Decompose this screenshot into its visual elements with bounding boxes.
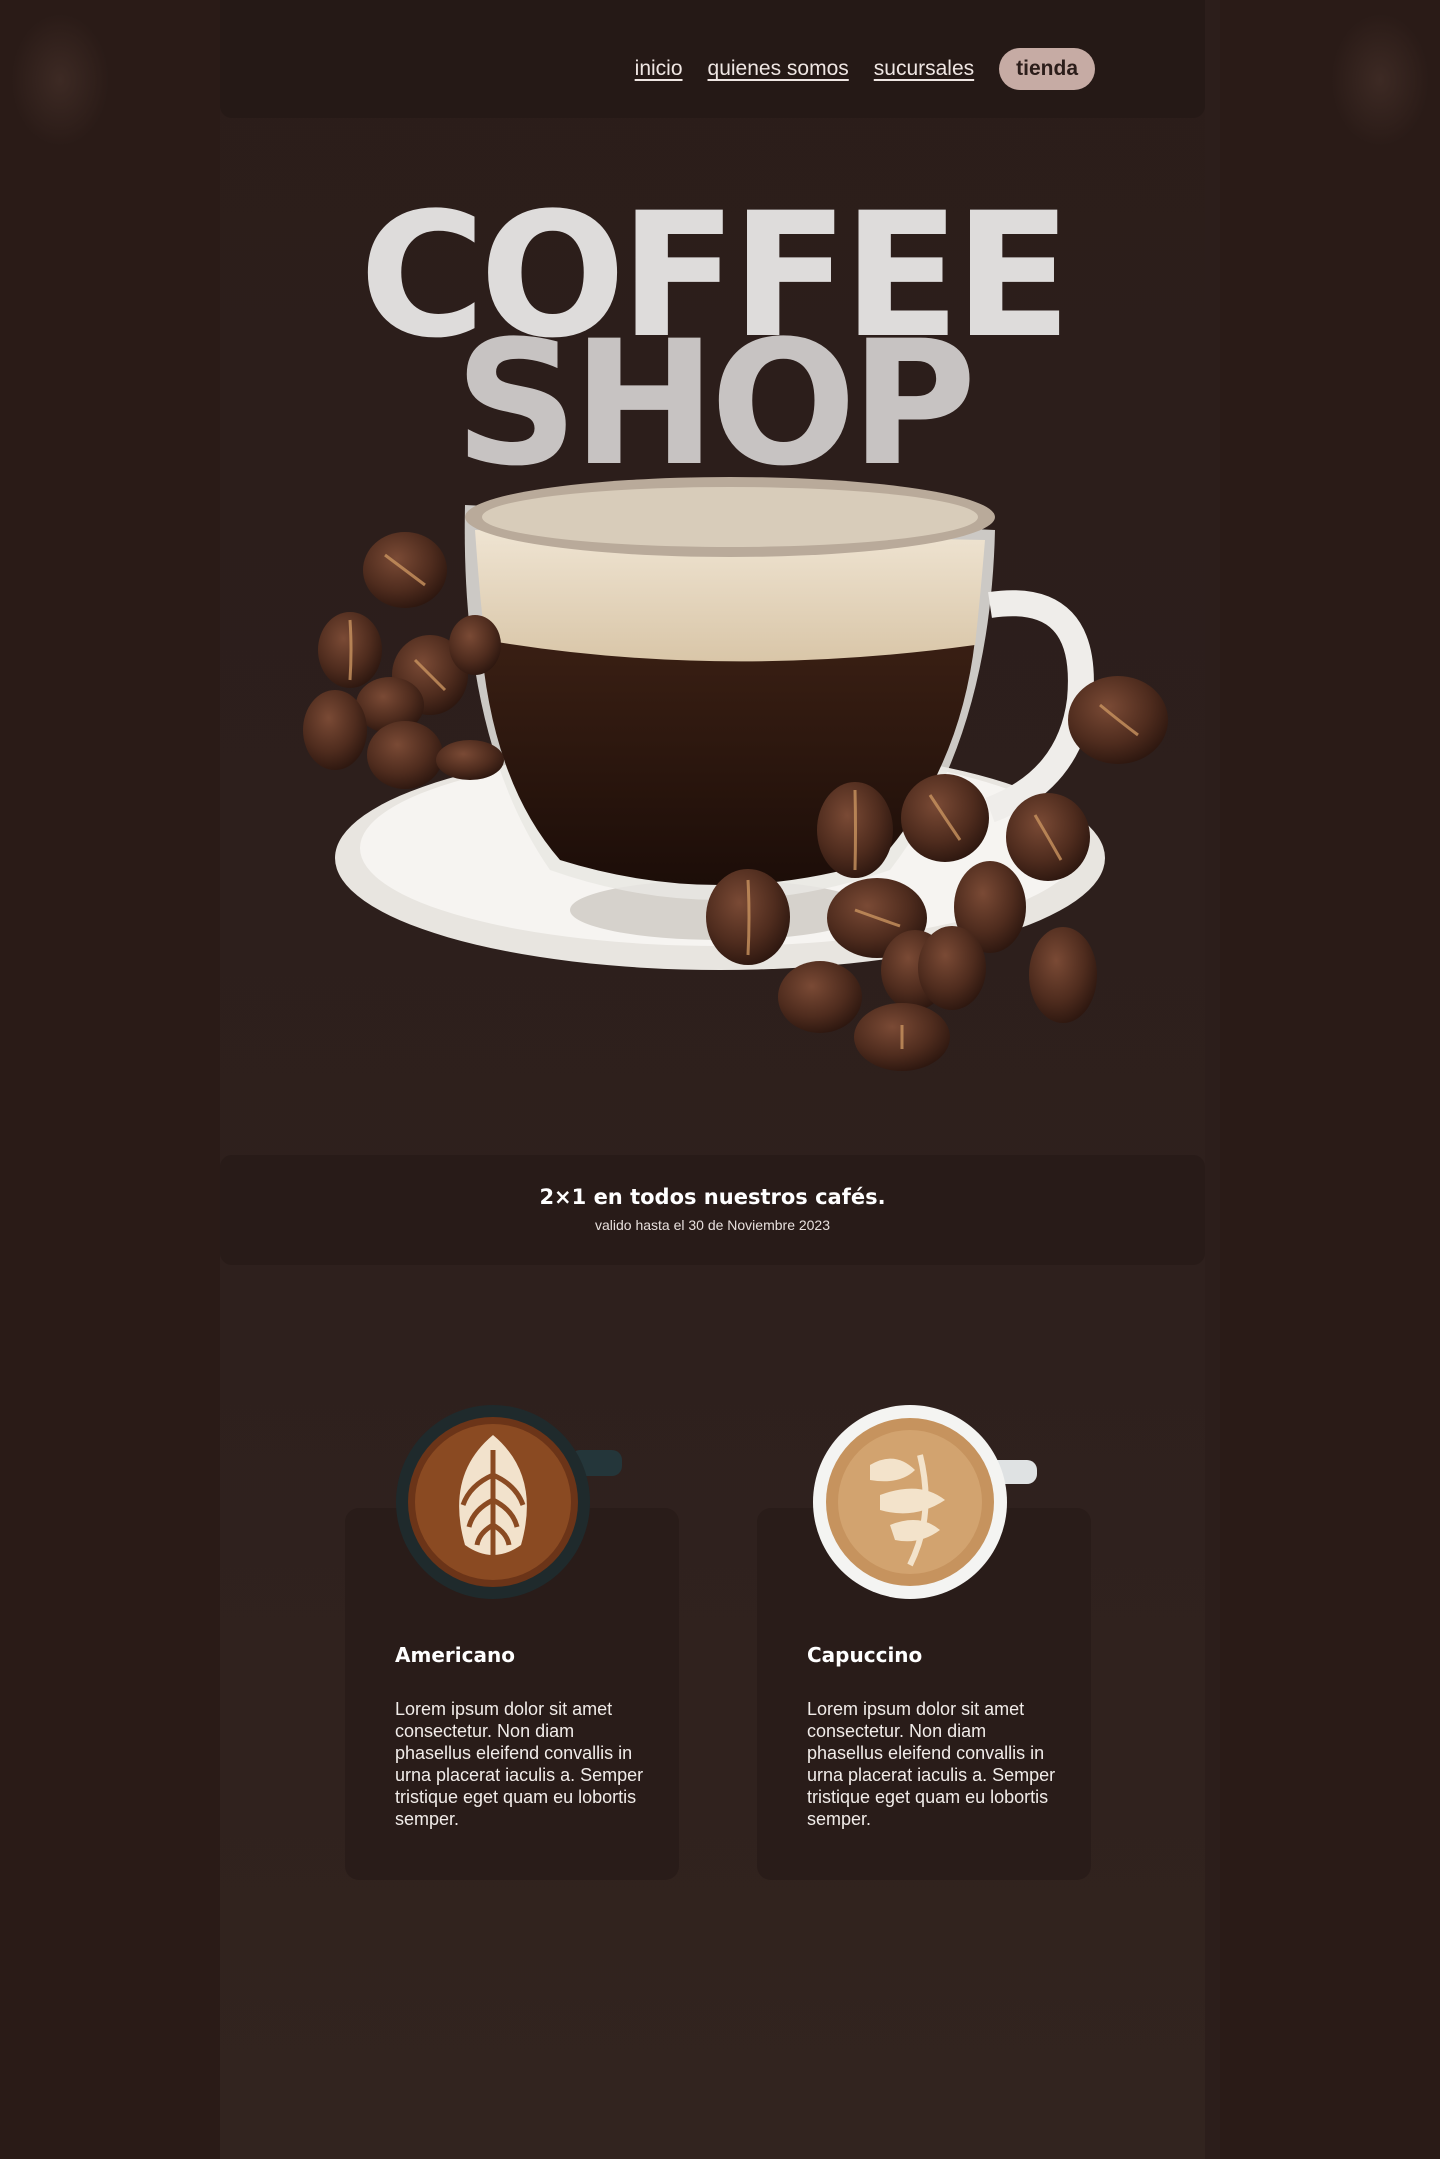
americano-cup-image [396,1405,622,1599]
coffee-beans-background-right [1220,0,1440,2159]
promo-subtitle: valido hasta el 30 de Noviembre 2023 [594,1217,831,1233]
coffee-beans-background-left [0,0,220,2159]
nav-links: inicio quienes somos sucursales tienda [635,48,1095,90]
promo-banner: 2×1 en todos nuestros cafés. valido hast… [220,1155,1205,1265]
promo-title: 2×1 en todos nuestros cafés. [539,1185,886,1209]
hero-title-shop: SHOP [454,303,976,504]
top-navigation: inicio quienes somos sucursales tienda [220,0,1205,118]
product-name: Capuccino [807,1643,923,1667]
product-name: Americano [395,1643,515,1667]
nav-link-quienes-somos[interactable]: quienes somos [708,57,849,81]
nav-link-sucursales[interactable]: sucursales [874,57,974,81]
product-description: Lorem ipsum dolor sit amet consectetur. … [395,1699,644,1829]
product-description: Lorem ipsum dolor sit amet consectetur. … [807,1699,1056,1829]
hero-coffee-cup-image [303,477,1168,1071]
capuccino-cup-image [813,1405,1037,1599]
nav-tienda-button[interactable]: tienda [999,48,1095,90]
nav-link-inicio[interactable]: inicio [635,57,683,81]
